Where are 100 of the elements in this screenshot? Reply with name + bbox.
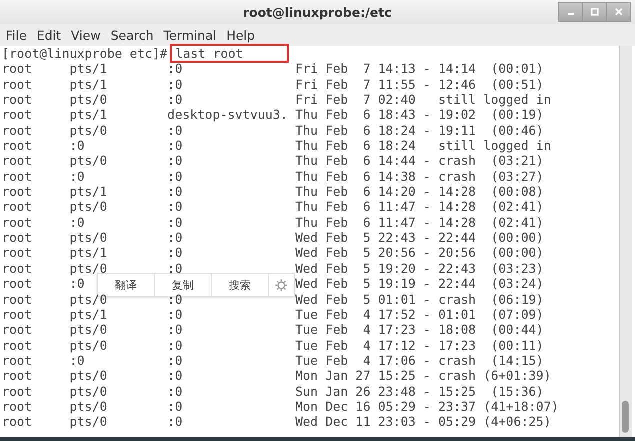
user-text: root [2, 292, 34, 307]
host-text: :0 [168, 76, 183, 92]
maximize-button[interactable] [582, 2, 607, 22]
tty-text: pts/1 [70, 245, 108, 260]
tty-text: pts/0 [70, 92, 108, 108]
menu-item[interactable]: Help [224, 28, 264, 42]
user-text: root [2, 184, 34, 200]
host-text: :0 [168, 138, 183, 154]
user-text: root [2, 398, 34, 414]
login-time-text: Tue Feb 4 17:06 - crash (14:15) [295, 352, 544, 368]
host-text: :0 [168, 338, 183, 353]
settings-button[interactable] [269, 274, 294, 296]
tty-text: pts/0 [70, 199, 108, 214]
login-time-text: Thu Feb 6 14:44 - crash (03:21) [295, 153, 544, 169]
host-text: :0 [168, 322, 183, 338]
user-text: root [2, 214, 34, 230]
login-time-text: Mon Jan 27 15:25 - crash (6+01:39) [295, 368, 552, 384]
host-text: :0 [168, 214, 183, 230]
tty-text: pts/1 [70, 107, 108, 122]
host-text: :0 [168, 352, 183, 368]
user-text: root [2, 338, 34, 353]
host-text: :0 [168, 306, 183, 322]
settings-icon [275, 278, 288, 292]
host-text: :0 [168, 153, 183, 168]
tty-text: :0 [70, 352, 85, 368]
tty-text: pts/1 [70, 61, 108, 76]
user-text: root [2, 414, 34, 430]
user-text: root [2, 107, 34, 123]
login-time-text: Tue Feb 4 17:12 - 17:23 (00:11) [295, 338, 544, 353]
user-text: root [2, 168, 34, 184]
user-text: root [2, 384, 34, 399]
popup-button[interactable]: 搜索 [212, 274, 269, 296]
login-time-text: Thu Feb 6 18:24 still logged in [295, 138, 552, 154]
tty-text: pts/0 [70, 322, 108, 338]
login-time-text: Thu Feb 6 14:38 - crash (03:27) [295, 168, 544, 184]
host-text: :0 [168, 230, 183, 246]
menu-item[interactable]: Search [108, 28, 162, 42]
tty-text: pts/0 [70, 338, 108, 353]
login-time-text: Thu Feb 6 11:47 - 14:28 (02:41) [295, 214, 544, 230]
host-text: :0 [168, 245, 183, 260]
host-text: :0 [168, 368, 183, 384]
user-text: root [2, 92, 34, 108]
login-time-text: Wed Feb 5 19:20 - 22:43 (03:23) [295, 260, 544, 276]
login-time-text: Thu Feb 6 11:47 - 14:28 (02:41) [295, 199, 544, 215]
login-time-text: Tue Feb 4 17:52 - 01:01 (07:09) [295, 306, 544, 322]
host-text: :0 [168, 168, 183, 184]
menu-item[interactable]: Terminal [162, 28, 225, 42]
login-time-text: Fri Feb 7 14:13 - 14:14 (00:01) [295, 61, 544, 77]
tty-text: pts/0 [70, 122, 108, 138]
scroll-thumb[interactable] [622, 401, 629, 433]
menu-item[interactable]: View [69, 28, 109, 42]
user-text: root [2, 199, 34, 215]
user-text: root [2, 260, 34, 276]
host-text: :0 [168, 122, 183, 138]
host-text: :0 [168, 92, 183, 108]
menu-item[interactable]: File [4, 28, 35, 42]
tty-text: :0 [70, 214, 85, 230]
close-button[interactable] [606, 2, 631, 22]
host-text: :0 [168, 199, 183, 214]
minimize-button[interactable] [558, 2, 583, 22]
tty-text: pts/0 [70, 153, 108, 168]
user-text: root [2, 306, 34, 322]
login-time-text: Wed Feb 5 20:56 - 20:56 (00:00) [295, 245, 544, 261]
user-text: root [2, 122, 34, 138]
login-time-text: Wed Dec 11 23:03 - 05:29 (4+06:25) [295, 414, 552, 430]
prompt-text: [root@linuxprobe etc]# [2, 46, 168, 61]
host-text: :0 [168, 398, 183, 414]
login-time-text: Fri Feb 7 11:55 - 12:46 (00:51) [295, 76, 544, 92]
tty-text: pts/0 [70, 368, 108, 384]
tty-text: pts/1 [70, 184, 108, 200]
user-text: root [2, 153, 34, 169]
login-time-text: Wed Feb 5 01:01 - crash (06:19) [295, 292, 544, 307]
host-text: desktop-svtvuu3. [168, 107, 288, 122]
user-text: root [2, 276, 34, 292]
scrollbar[interactable] [619, 46, 632, 437]
user-text: root [2, 368, 34, 384]
tty-text: pts/1 [70, 76, 108, 92]
login-time-text: Thu Feb 6 14:20 - 14:28 (00:08) [295, 184, 544, 200]
command-text: last root [170, 44, 290, 63]
close-icon [614, 8, 622, 16]
host-text: :0 [168, 61, 183, 76]
host-text: :0 [168, 414, 183, 430]
user-text: root [2, 76, 34, 92]
user-text: root [2, 245, 34, 261]
user-text: root [2, 138, 34, 154]
tty-text: pts/0 [70, 384, 108, 399]
menu-item[interactable]: Edit [34, 28, 70, 42]
login-time-text: Wed Feb 5 22:43 - 22:44 (00:00) [295, 230, 544, 246]
login-time-text: Thu Feb 6 18:24 - 19:11 (00:46) [295, 122, 544, 138]
user-text: root [2, 230, 34, 246]
login-time-text: Mon Dec 16 05:29 - 23:37 (41+18:07) [295, 398, 559, 414]
host-text: :0 [168, 260, 183, 276]
user-text: root [2, 352, 34, 368]
maximize-icon [590, 8, 598, 16]
tty-text: pts/0 [70, 414, 108, 430]
tty-text: pts/0 [70, 230, 108, 246]
login-time-text: Fri Feb 7 02:40 still logged in [295, 92, 552, 108]
user-text: root [2, 322, 34, 338]
tty-text: :0 [70, 138, 85, 154]
host-text: :0 [168, 184, 183, 200]
